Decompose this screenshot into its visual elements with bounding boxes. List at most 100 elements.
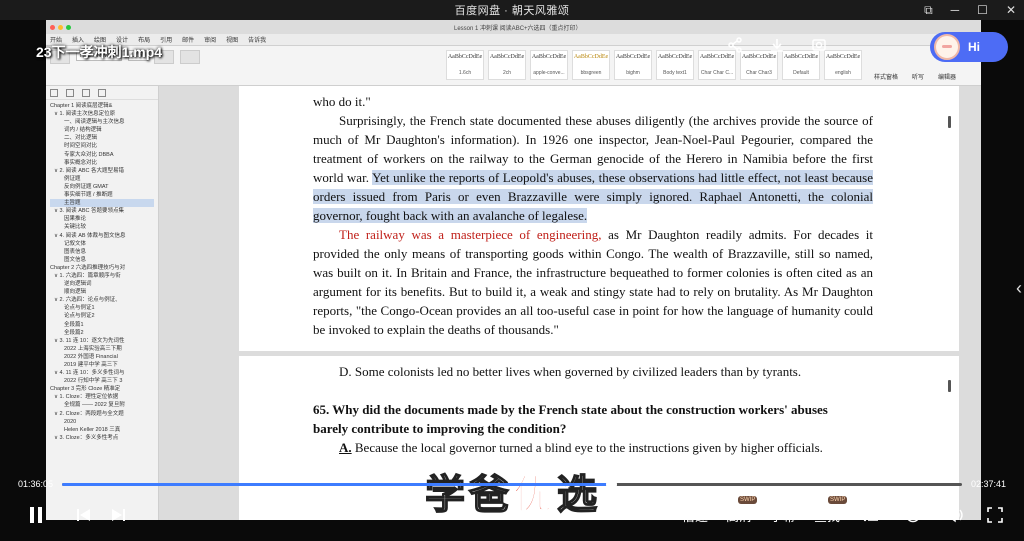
outline-item[interactable]: 全规篇 —— 2022 复旦附 bbox=[50, 401, 154, 409]
close-icon[interactable]: ✕ bbox=[1006, 3, 1016, 17]
fullscreen-button[interactable] bbox=[984, 500, 1006, 530]
outline-item[interactable]: Chapter 1 阅读底层逻辑& bbox=[50, 102, 154, 110]
outline-item[interactable]: ∨ 1. 六选四：篇章顺序与衔 bbox=[50, 272, 154, 280]
outline-item[interactable]: ∨ 3. 11 连 10：逐文为先词性 bbox=[50, 337, 154, 345]
outline-item[interactable]: 一、阅读逻辑与主次信息 bbox=[50, 118, 154, 126]
outline-item[interactable]: ∨ 1. Cloze：理性定位依据 bbox=[50, 393, 154, 401]
outline-item[interactable]: 因果推论 bbox=[50, 215, 154, 223]
red-text: The railway was a masterpiece of enginee… bbox=[339, 227, 602, 242]
outline-item[interactable]: ∨ 4. 阅读 AB 体裁与图文信息 bbox=[50, 232, 154, 240]
speed-button[interactable]: 倍速 bbox=[680, 500, 710, 530]
assistant-button[interactable]: Hi bbox=[930, 32, 1008, 62]
search-button[interactable]: 查找 SWIP bbox=[812, 496, 848, 530]
styles-pane-label[interactable]: 样式窗格 bbox=[874, 72, 898, 81]
quality-button[interactable]: 高清 SWIP bbox=[724, 496, 758, 530]
style-item[interactable]: AaBbCcDdEe bighm bbox=[614, 50, 652, 80]
outline-item[interactable]: ∨ 2. 阅读 ABC 各大题型易错 bbox=[50, 167, 154, 175]
player-controls: 倍速 高清 SWIP 字幕 查找 SWIP bbox=[0, 496, 1024, 530]
maximize-icon[interactable]: ☐ bbox=[977, 3, 988, 17]
ribbon-tab[interactable]: 邮件 bbox=[182, 35, 194, 44]
ribbon-right-tools: 样式窗格 听写 编辑器 bbox=[874, 72, 956, 81]
video-frame[interactable]: Lesson 1 冲刺课 阅读ABC+六选四（重点打印） 开始 插入 绘图 设计… bbox=[46, 20, 981, 520]
subtitle-button[interactable]: 字幕 bbox=[768, 500, 798, 530]
style-item[interactable]: AaBbCcDdEe 1.6ch bbox=[446, 50, 484, 80]
outline-item[interactable]: 专家大众对比 DBBA bbox=[50, 151, 154, 159]
style-item[interactable]: AaBbCcDdEe apple-conve... bbox=[530, 50, 568, 80]
previous-icon bbox=[77, 509, 90, 521]
style-item[interactable]: AaBbCcDdEe english bbox=[824, 50, 862, 80]
style-item[interactable]: AaBbCcDdEe 2ch bbox=[488, 50, 526, 80]
outline-item[interactable]: 主旨题 bbox=[50, 199, 154, 208]
page-scroll-marker[interactable] bbox=[948, 380, 951, 392]
search-icon[interactable] bbox=[98, 89, 106, 97]
outline-item[interactable]: 事实细节题 / 推断题 bbox=[50, 191, 154, 199]
style-item[interactable]: AaBbCcDdEe bbsgreen bbox=[572, 50, 610, 80]
outline-item[interactable]: 顺向逻辑 bbox=[50, 288, 154, 296]
outline-item[interactable]: Chapter 3 完形 Cloze 精准定 bbox=[50, 385, 154, 393]
navigation-outline: Chapter 1 阅读底层逻辑& ∨ 1. 阅读主次信息定位原 一、阅读逻辑与主次… bbox=[46, 100, 158, 444]
dictate-label[interactable]: 听写 bbox=[912, 72, 924, 81]
screenshot-icon[interactable] bbox=[810, 36, 828, 54]
outline-item[interactable]: 时间空间对比 bbox=[50, 142, 154, 150]
outline-item[interactable]: 记叙文体 bbox=[50, 240, 154, 248]
pause-button[interactable] bbox=[24, 500, 48, 530]
outline-item[interactable]: ∨ 2. 六选四：论点与例证、 bbox=[50, 296, 154, 304]
ribbon-tab[interactable]: 审阅 bbox=[204, 35, 216, 44]
outline-item[interactable]: 图表信息 bbox=[50, 248, 154, 256]
outline-icon[interactable] bbox=[66, 89, 74, 97]
outline-item[interactable]: 全段篇1 bbox=[50, 321, 154, 329]
style-sample: AaBbCcDdEe bbox=[489, 54, 525, 60]
outline-item[interactable]: 事实概念对比 bbox=[50, 159, 154, 167]
style-item[interactable]: AaBbCcDdEe Char Char C... bbox=[698, 50, 736, 80]
outline-item[interactable]: ∨ 1. 阅读主次信息定位原 bbox=[50, 110, 154, 118]
ribbon-tab[interactable]: 视图 bbox=[226, 35, 238, 44]
outline-item[interactable]: 反向例证题 GMAT bbox=[50, 183, 154, 191]
volume-button[interactable] bbox=[944, 500, 966, 530]
style-item[interactable]: AaBbCcDdEe Body text1 bbox=[656, 50, 694, 80]
download-icon[interactable] bbox=[768, 36, 786, 54]
outline-item[interactable]: ∨ 3. Cloze：多义多性考点 bbox=[50, 434, 154, 442]
previous-button[interactable] bbox=[74, 500, 94, 530]
outline-item[interactable]: Chapter 2 六选四推理技巧与对 bbox=[50, 264, 154, 272]
style-item[interactable]: AaBbCcDdEe Default bbox=[782, 50, 820, 80]
align-tools-icon[interactable] bbox=[180, 50, 200, 64]
outline-item[interactable]: 逆向逻辑词 bbox=[50, 280, 154, 288]
seek-bar[interactable] bbox=[62, 479, 962, 490]
outline-item[interactable]: Helen Keller 2018 三真 bbox=[50, 426, 154, 434]
outline-item[interactable]: ∨ 2. Cloze：两段题与全文题 bbox=[50, 410, 154, 418]
thumbnails-icon[interactable] bbox=[50, 89, 58, 97]
document-canvas[interactable]: who do it." Surprisingly, the French sta… bbox=[159, 86, 981, 520]
outline-item[interactable]: 论点与例证1 bbox=[50, 304, 154, 312]
outline-item[interactable]: 二、对比逻辑 bbox=[50, 134, 154, 142]
outline-item[interactable]: 2022 外国语 Financial bbox=[50, 353, 154, 361]
editor-label[interactable]: 编辑器 bbox=[938, 72, 956, 81]
seek-handle[interactable] bbox=[606, 479, 617, 490]
outline-item[interactable]: 图文信息 bbox=[50, 256, 154, 264]
outline-item[interactable]: 全段篇2 bbox=[50, 329, 154, 337]
seek-progress bbox=[62, 483, 611, 486]
outline-item[interactable]: 2022 行知中学 高三下 3 bbox=[50, 377, 154, 385]
minimize-icon[interactable]: ─ bbox=[951, 3, 960, 17]
page-scroll-marker[interactable] bbox=[948, 116, 951, 128]
playlist-button[interactable] bbox=[860, 500, 882, 530]
outline-item[interactable]: 例证题 bbox=[50, 175, 154, 183]
outline-item[interactable]: 论点与例证2 bbox=[50, 312, 154, 320]
settings-button[interactable] bbox=[902, 500, 924, 530]
doc-paragraph-2: The railway was a masterpiece of enginee… bbox=[313, 225, 873, 339]
next-button[interactable] bbox=[108, 500, 128, 530]
outline-item[interactable]: 2019 建平中学 高三下 bbox=[50, 361, 154, 369]
screen-root: 百度网盘 · 朝天风雅颂 ⧉ ─ ☐ ✕ Lesson 1 冲刺课 阅读ABC+… bbox=[0, 0, 1024, 541]
bookmarks-icon[interactable] bbox=[82, 89, 90, 97]
outline-item[interactable]: 2020 bbox=[50, 418, 154, 426]
style-item[interactable]: AaBbCcDdEe Char Char3 bbox=[740, 50, 778, 80]
ribbon-tab[interactable]: 告诉我 bbox=[248, 35, 266, 44]
outline-item[interactable]: ∨ 4. 11 连 10：多义多性词与 bbox=[50, 369, 154, 377]
outline-item[interactable]: 词内 / 结构逻辑 bbox=[50, 126, 154, 134]
outline-item[interactable]: 2022 上海实验高三下期 bbox=[50, 345, 154, 353]
outline-item[interactable]: ∨ 3. 阅读 ABC 答题要领点集 bbox=[50, 207, 154, 215]
selected-text[interactable]: Yet unlike the reports of Leopold's abus… bbox=[313, 170, 873, 223]
share-icon[interactable] bbox=[726, 36, 744, 54]
chevron-left-icon[interactable]: ‹ bbox=[1016, 278, 1022, 299]
outline-item[interactable]: 关键比较 bbox=[50, 223, 154, 231]
picture-in-picture-icon[interactable]: ⧉ bbox=[924, 3, 933, 18]
